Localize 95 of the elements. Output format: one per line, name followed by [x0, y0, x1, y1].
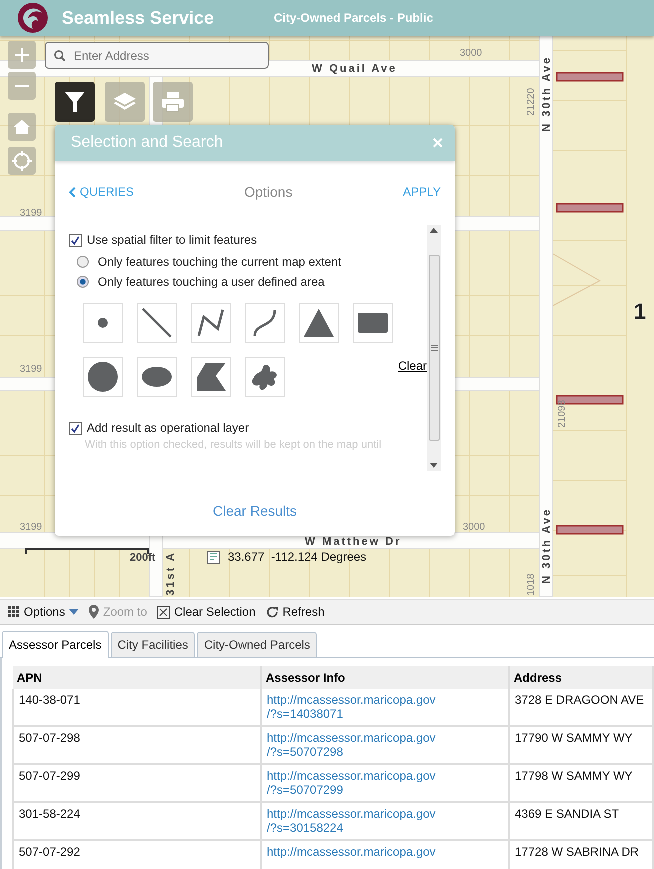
- checkbox[interactable]: [69, 234, 82, 246]
- scrollbar[interactable]: [427, 225, 441, 471]
- polygon-draw-button[interactable]: [191, 357, 231, 397]
- app-title: Seamless Service: [62, 8, 216, 28]
- rectangle-icon: [358, 313, 388, 333]
- address-number: 3199: [20, 364, 42, 375]
- address-number: 3000: [460, 48, 482, 59]
- ellipse-draw-button[interactable]: [137, 357, 177, 397]
- coordinates-text: 33.677 -112.124 Degrees: [228, 550, 367, 564]
- address-number: 3199: [20, 208, 42, 219]
- scroll-up-icon[interactable]: [430, 228, 438, 233]
- radio-button[interactable]: [77, 256, 89, 268]
- panel-title: Selection and Search: [71, 134, 224, 152]
- table-cell: 4369 E SANDIA ST: [515, 807, 620, 821]
- table-cell: 507-07-292: [19, 845, 80, 859]
- ellipse-icon: [142, 367, 172, 387]
- x-square-icon: [157, 606, 170, 618]
- column-header[interactable]: Assessor Info: [261, 666, 509, 689]
- map-pin-icon: [89, 605, 100, 619]
- circle-icon: [88, 362, 118, 392]
- scale-label: 200ft: [130, 552, 156, 564]
- table-cell: 3728 E DRAGOON AVE: [515, 693, 644, 707]
- clear-toolbar-button[interactable]: Clear Selection: [157, 605, 256, 619]
- triangle-draw-button[interactable]: [299, 303, 339, 343]
- search-field[interactable]: Enter Address: [45, 42, 269, 69]
- filter-tool-button[interactable]: [55, 82, 95, 122]
- table-cell: 17790 W SAMMY WY: [515, 731, 633, 745]
- coordinates-icon: [207, 550, 220, 564]
- plus-icon: [14, 47, 30, 63]
- freehand-line-draw-button[interactable]: [245, 303, 285, 343]
- table-cell: 17798 W SAMMY WY: [515, 769, 633, 783]
- table-cell: 301-58-224: [19, 807, 80, 821]
- close-icon: [433, 138, 443, 148]
- column-header[interactable]: Address: [509, 666, 653, 689]
- layers-icon: [113, 91, 137, 113]
- layer-tab[interactable]: Assessor Parcels: [2, 631, 109, 658]
- polyline-draw-button[interactable]: [191, 303, 231, 343]
- street-label: N 30th Ave: [541, 56, 553, 132]
- layer-tab[interactable]: City Facilities: [110, 632, 196, 657]
- crosshair-icon: [12, 151, 32, 171]
- highlighted-parcel[interactable]: [556, 203, 624, 213]
- options-toolbar-button[interactable]: Options: [8, 605, 80, 619]
- refresh-toolbar-button[interactable]: Refresh: [266, 605, 325, 619]
- caret-icon: [69, 609, 80, 615]
- minus-icon: [15, 85, 29, 87]
- address-number: 21098: [557, 400, 568, 428]
- radio-label: Only features touching the current map extent: [98, 255, 342, 269]
- options-heading: Options: [244, 184, 293, 200]
- grip-icon: [430, 345, 438, 351]
- funnel-icon: [64, 90, 86, 114]
- circle-draw-button[interactable]: [83, 357, 123, 397]
- address-number: 3199: [20, 522, 42, 533]
- street-label: W Quail Ave: [312, 63, 398, 75]
- phoenix-logo: [16, 1, 50, 35]
- scroll-down-icon[interactable]: [430, 463, 438, 468]
- home-icon: [13, 119, 31, 135]
- highlighted-parcel[interactable]: [556, 525, 624, 535]
- triangle-icon: [304, 309, 334, 337]
- checkbox-label: Use spatial filter to limit features: [87, 233, 258, 247]
- address-number: 3000: [463, 522, 486, 533]
- radio-button[interactable]: [77, 276, 89, 288]
- column-header[interactable]: APN: [13, 666, 261, 689]
- address-number: 1018: [526, 574, 537, 596]
- street-label: 31st A: [165, 551, 177, 596]
- polyline-icon: [197, 308, 225, 338]
- checkbox[interactable]: [69, 422, 82, 434]
- street-label: W Matthew Dr: [305, 536, 402, 548]
- freehand-polygon-draw-button[interactable]: [245, 357, 285, 397]
- table-cell: 17728 W SABRINA DR: [515, 845, 640, 859]
- grid-icon: [8, 606, 20, 618]
- highlighted-parcel[interactable]: [556, 72, 624, 82]
- printer-icon: [161, 91, 185, 113]
- point-icon: [98, 318, 108, 328]
- refresh-icon: [266, 606, 279, 618]
- search-icon: [54, 50, 66, 62]
- parcel-boundary: [552, 254, 602, 306]
- table-cell: 140-38-071: [19, 693, 80, 707]
- checkbox-label: Add result as operational layer: [87, 421, 250, 435]
- layer-tab[interactable]: City-Owned Parcels: [197, 632, 318, 657]
- polygon-icon: [196, 363, 226, 391]
- point-draw-button[interactable]: [83, 303, 123, 343]
- freehand-line-icon: [253, 308, 277, 338]
- grid-number: 1: [634, 299, 646, 325]
- address-number: 21220: [526, 88, 537, 116]
- street-label: N 30th Ave: [541, 508, 553, 584]
- clear-link[interactable]: Clear: [398, 359, 427, 397]
- rectangle-draw-button[interactable]: [353, 303, 393, 343]
- line-draw-button[interactable]: [137, 303, 177, 343]
- radio-label: Only features touching a user defined area: [98, 275, 325, 289]
- table-cell: 507-07-299: [19, 769, 80, 783]
- app-subtitle: City-Owned Parcels - Public: [274, 11, 434, 25]
- chevron-left-icon: [69, 186, 76, 198]
- freehand-polygon-icon: [250, 362, 280, 392]
- table-cell: 507-07-298: [19, 731, 80, 745]
- line-icon: [142, 308, 172, 338]
